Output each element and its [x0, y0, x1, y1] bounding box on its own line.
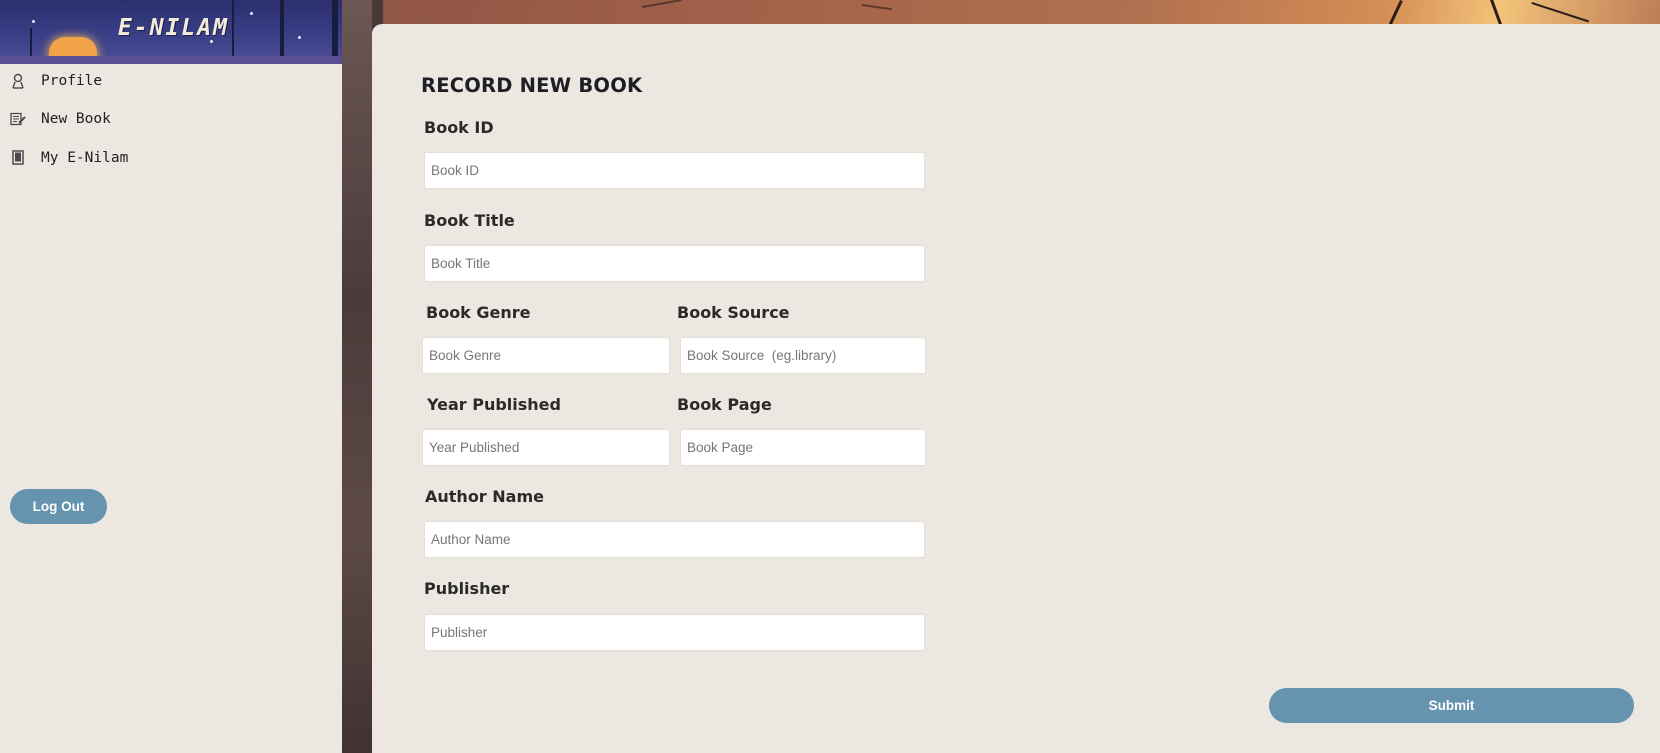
- logout-button[interactable]: Log Out: [10, 489, 107, 524]
- sidebar-item-label: New Book: [41, 111, 111, 127]
- brand-banner: E-NILAM: [0, 0, 342, 64]
- artwork-stroke: [1490, 0, 1503, 27]
- book-id-label: Book ID: [424, 118, 494, 137]
- book-genre-input[interactable]: [422, 337, 670, 374]
- book-id-input[interactable]: [424, 152, 925, 189]
- book-page-label: Book Page: [677, 395, 772, 414]
- sidebar-item-profile[interactable]: Profile: [0, 64, 342, 100]
- year-published-input[interactable]: [422, 429, 670, 466]
- publisher-label: Publisher: [424, 579, 510, 598]
- submit-button[interactable]: Submit: [1269, 688, 1634, 723]
- artwork-stroke: [642, 0, 682, 8]
- brand-logo-text: E-NILAM: [118, 15, 229, 41]
- book-icon: [10, 149, 26, 167]
- sidebar-item-label: My E-Nilam: [41, 150, 129, 166]
- page-title: RECORD NEW BOOK: [421, 74, 643, 97]
- artwork-stroke: [861, 4, 892, 11]
- user-icon: [10, 72, 26, 90]
- book-genre-label: Book Genre: [426, 303, 531, 322]
- book-page-input[interactable]: [680, 429, 926, 466]
- sidebar-item-my-e-nilam[interactable]: My E-Nilam: [0, 141, 342, 177]
- artwork-stroke: [1531, 2, 1590, 23]
- author-name-label: Author Name: [425, 487, 544, 506]
- edit-book-icon: [10, 110, 26, 128]
- book-title-input[interactable]: [424, 245, 925, 282]
- book-title-label: Book Title: [424, 211, 515, 230]
- author-name-input[interactable]: [424, 521, 925, 558]
- sidebar-item-new-book[interactable]: New Book: [0, 102, 342, 138]
- book-source-label: Book Source: [677, 303, 790, 322]
- record-book-card: RECORD NEW BOOK Book ID Book Title Book …: [372, 24, 1660, 753]
- sidebar-item-label: Profile: [41, 73, 103, 89]
- publisher-input[interactable]: [424, 614, 925, 651]
- artwork-edge: [342, 0, 372, 753]
- year-published-label: Year Published: [427, 395, 561, 414]
- book-source-input[interactable]: [680, 337, 926, 374]
- sidebar: E-NILAM Profile New Book My E-Nilam Log …: [0, 0, 342, 753]
